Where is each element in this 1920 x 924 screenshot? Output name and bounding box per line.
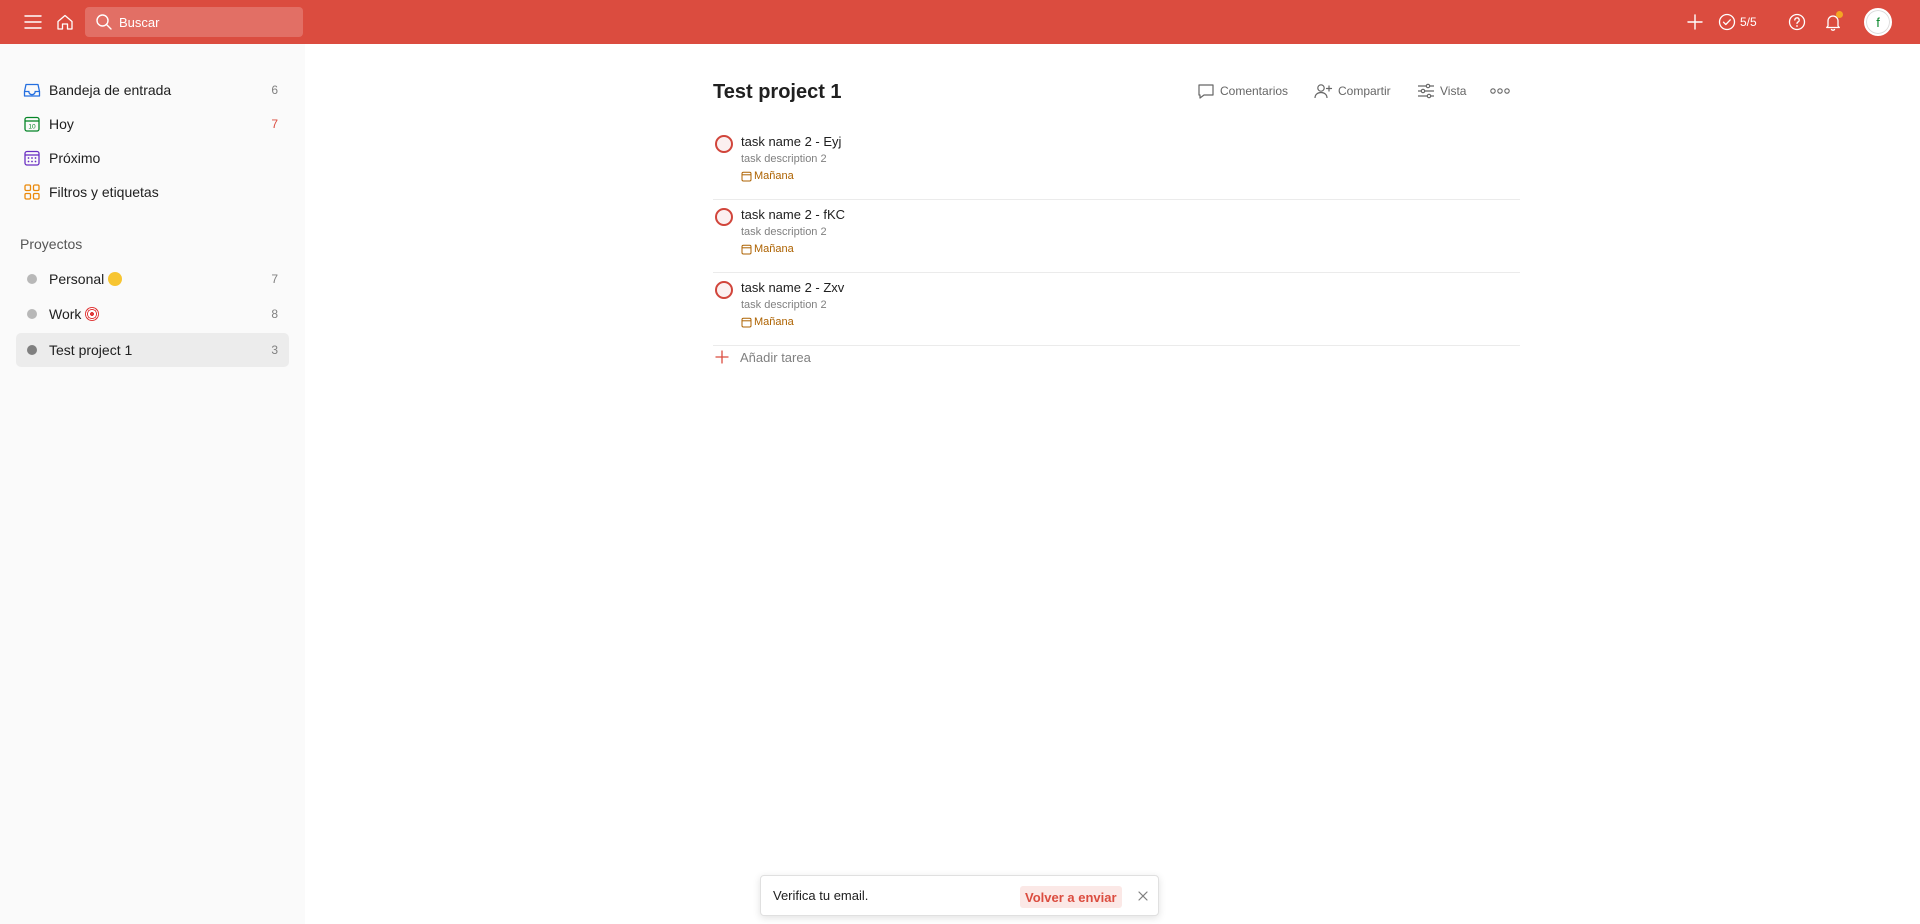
due-label: Mañana <box>754 243 794 255</box>
karma-count: 5/5 <box>1740 15 1757 29</box>
due-label: Mañana <box>754 170 794 182</box>
close-icon[interactable] <box>1133 886 1153 906</box>
task-due-date[interactable]: Mañana <box>741 170 794 182</box>
resend-button[interactable]: Volver a enviar <box>1020 886 1122 908</box>
sidebar: Bandeja de entrada 6 10 Hoy 7 Próximo Fi… <box>0 44 305 924</box>
project-dot <box>16 298 48 330</box>
sidebar-item-inbox[interactable]: Bandeja de entrada 6 <box>16 74 289 106</box>
sidebar-item-count: 7 <box>271 117 278 131</box>
sidebar-item-label: Work <box>49 306 82 322</box>
task-name[interactable]: task name 2 - Eyj <box>741 134 841 149</box>
home-icon[interactable] <box>52 9 78 35</box>
page-title[interactable]: Test project 1 <box>713 81 842 104</box>
calendar-today-icon: 10 <box>16 108 48 140</box>
search-icon <box>89 7 119 37</box>
task-checkbox[interactable] <box>715 281 733 299</box>
sidebar-item-label: Personal <box>49 271 105 287</box>
sidebar-item-label: Próximo <box>49 150 101 166</box>
view-button[interactable]: Vista <box>1417 80 1466 102</box>
sidebar-item-upcoming[interactable]: Próximo <box>16 142 289 174</box>
search-input[interactable]: Buscar <box>85 7 303 37</box>
sidebar-item-count: 8 <box>271 307 278 321</box>
sliders-icon <box>1417 83 1435 99</box>
sidebar-item-label: Hoy <box>49 116 74 132</box>
calendar-icon <box>741 317 752 328</box>
plus-icon <box>713 348 731 366</box>
notification-dot <box>1836 11 1843 18</box>
smile-emoji-icon <box>108 272 123 286</box>
sidebar-project-test-project-1[interactable]: Test project 1 3 <box>16 333 289 367</box>
toast-message: Verifica tu email. <box>773 888 869 903</box>
project-dot <box>16 334 48 366</box>
quick-add-button[interactable] <box>1682 9 1708 35</box>
main-content: Test project 1 Comentarios Compartir Vis… <box>305 44 1920 924</box>
calendar-upcoming-icon <box>16 142 48 174</box>
inbox-icon <box>16 74 48 106</box>
task-checkbox[interactable] <box>715 135 733 153</box>
svg-text:10: 10 <box>28 124 36 131</box>
projects-section-title[interactable]: Proyectos <box>20 236 82 252</box>
share-button[interactable]: Compartir <box>1313 80 1391 102</box>
sidebar-item-label: Test project 1 <box>49 342 133 358</box>
comment-icon <box>1197 83 1215 99</box>
sidebar-item-label: Bandeja de entrada <box>49 82 172 98</box>
task-due-date[interactable]: Mañana <box>741 316 794 328</box>
check-circle-icon <box>1718 13 1736 31</box>
sidebar-item-today[interactable]: 10 Hoy 7 <box>16 108 289 140</box>
search-placeholder: Buscar <box>119 14 160 30</box>
task-item[interactable]: task name 2 - Eyj task description 2 Mañ… <box>713 127 1520 200</box>
add-task-label: Añadir tarea <box>740 349 811 365</box>
target-emoji-icon <box>85 307 100 321</box>
calendar-icon <box>741 244 752 255</box>
sidebar-item-count: 6 <box>271 83 278 97</box>
add-person-icon <box>1313 83 1333 99</box>
project-dot <box>16 263 48 295</box>
comments-label: Comentarios <box>1220 84 1289 98</box>
avatar[interactable]: f <box>1864 8 1892 36</box>
view-label: Vista <box>1440 84 1467 98</box>
task-name[interactable]: task name 2 - Zxv <box>741 280 844 295</box>
task-item[interactable]: task name 2 - fKC task description 2 Mañ… <box>713 200 1520 273</box>
share-label: Compartir <box>1338 84 1391 98</box>
sidebar-item-label: Filtros y etiquetas <box>49 184 159 200</box>
help-icon[interactable] <box>1784 9 1810 35</box>
comments-button[interactable]: Comentarios <box>1197 80 1288 102</box>
sidebar-project-work[interactable]: Work 8 <box>16 298 289 330</box>
sidebar-item-count: 3 <box>271 343 278 357</box>
sidebar-project-personal[interactable]: Personal 7 <box>16 263 289 295</box>
add-task-button[interactable]: Añadir tarea <box>713 345 811 369</box>
filters-labels-icon <box>16 176 48 208</box>
bell-icon[interactable] <box>1820 9 1846 35</box>
calendar-icon <box>741 171 752 182</box>
productivity-button[interactable]: 5/5 <box>1718 9 1772 35</box>
task-item[interactable]: task name 2 - Zxv task description 2 Mañ… <box>713 273 1520 346</box>
due-label: Mañana <box>754 316 794 328</box>
verify-email-toast: Verifica tu email. Volver a enviar <box>760 875 1159 916</box>
task-checkbox[interactable] <box>715 208 733 226</box>
task-description: task description 2 <box>741 226 827 238</box>
task-due-date[interactable]: Mañana <box>741 243 794 255</box>
more-horizontal-icon[interactable] <box>1489 80 1511 102</box>
avatar-initial: f <box>1876 14 1880 30</box>
task-name[interactable]: task name 2 - fKC <box>741 207 845 222</box>
sidebar-item-count: 7 <box>271 272 278 286</box>
top-bar: Buscar 5/5 f <box>0 0 1920 44</box>
task-description: task description 2 <box>741 153 827 165</box>
sidebar-item-filters[interactable]: Filtros y etiquetas <box>16 176 289 208</box>
hamburger-menu-icon[interactable] <box>20 9 46 35</box>
task-description: task description 2 <box>741 299 827 311</box>
